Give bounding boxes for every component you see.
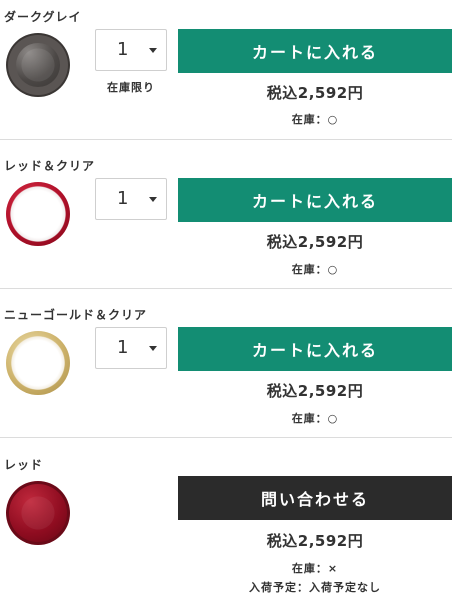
divider xyxy=(0,139,452,140)
plate-image xyxy=(6,481,70,545)
quantity-value: 1 xyxy=(117,39,129,60)
plate-image xyxy=(6,182,70,246)
plate-image xyxy=(6,331,70,395)
price-label: 税込2,592円 xyxy=(266,233,364,251)
add-to-cart-button[interactable]: カートに入れる xyxy=(178,29,452,73)
divider xyxy=(0,288,452,289)
plate-image xyxy=(6,33,70,97)
stock-status: 在庫：× xyxy=(291,562,339,575)
chevron-down-icon xyxy=(149,346,157,351)
chevron-down-icon xyxy=(149,48,157,53)
stock-limit-label: 在庫限り xyxy=(107,81,155,94)
price-label: 税込2,592円 xyxy=(266,532,364,550)
quantity-value: 1 xyxy=(117,188,129,209)
variant-name: レッド＆クリア xyxy=(4,159,96,173)
quantity-select[interactable]: 1 xyxy=(95,178,167,220)
chevron-down-icon xyxy=(149,197,157,202)
quantity-value: 1 xyxy=(117,337,129,358)
stock-status: 在庫：○ xyxy=(291,412,339,425)
quantity-select[interactable]: 1 xyxy=(95,327,167,369)
add-to-cart-button[interactable]: カートに入れる xyxy=(178,178,452,222)
variant-name: ダークグレイ xyxy=(4,10,82,24)
add-to-cart-button[interactable]: カートに入れる xyxy=(178,327,452,371)
price-label: 税込2,592円 xyxy=(266,84,364,102)
inquiry-button[interactable]: 問い合わせる xyxy=(178,476,452,520)
divider xyxy=(0,437,452,438)
stock-status: 在庫：○ xyxy=(291,113,339,126)
stock-status: 在庫：○ xyxy=(291,263,339,276)
variant-name: ニューゴールド＆クリア xyxy=(4,308,148,322)
variant-name: レッド xyxy=(4,458,44,472)
arrival-status: 入荷予定：入荷予定なし xyxy=(249,581,381,594)
quantity-select[interactable]: 1 xyxy=(95,29,167,71)
price-label: 税込2,592円 xyxy=(266,382,364,400)
